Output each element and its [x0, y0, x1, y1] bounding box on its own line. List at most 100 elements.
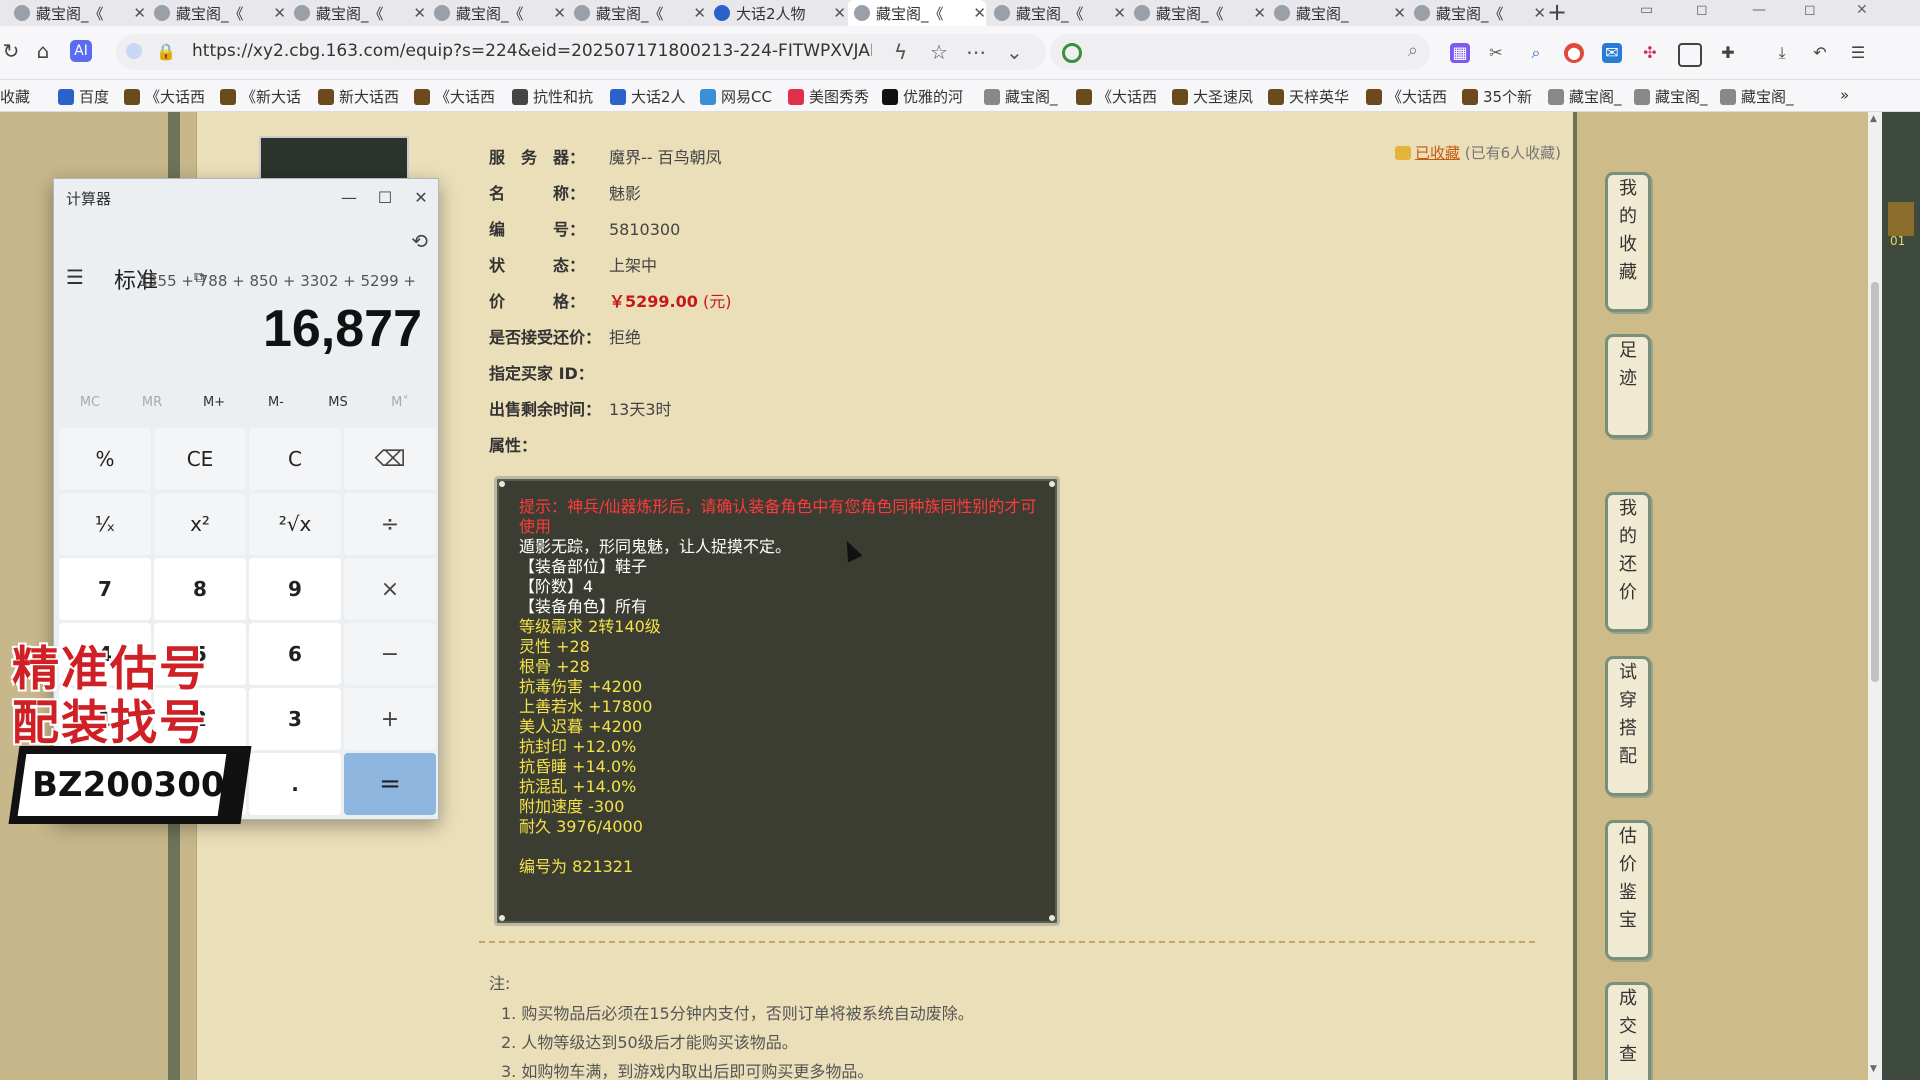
browser-tab[interactable]: 藏宝阁_《 ✕	[1408, 0, 1546, 26]
lock-icon[interactable]: 🔒	[156, 42, 176, 61]
bookmark-item[interactable]: 藏宝阁_	[1720, 86, 1794, 107]
close-tab-icon[interactable]: ✕	[833, 4, 846, 22]
memory-button[interactable]: MC	[62, 395, 118, 410]
close-tab-icon[interactable]: ✕	[1113, 4, 1126, 22]
history-icon[interactable]: ⟲	[411, 229, 428, 253]
key-button[interactable]: C	[249, 428, 341, 490]
scissors-icon[interactable]: ✂	[1486, 43, 1506, 63]
close-tab-icon[interactable]: ✕	[1533, 4, 1546, 22]
new-tab-button[interactable]: +	[1547, 0, 1567, 26]
close-icon[interactable]: ✕	[406, 185, 436, 211]
close-tab-icon[interactable]: ✕	[413, 4, 426, 22]
search-icon[interactable]: ⌕	[1408, 40, 1418, 61]
memory-button[interactable]: M˅	[372, 395, 428, 410]
bookmark-item[interactable]: 收藏	[0, 86, 30, 107]
browser-tab[interactable]: 藏宝阁_《 ✕	[848, 0, 986, 26]
key-button[interactable]: ⌫	[344, 428, 436, 490]
key-button[interactable]: ²√x	[249, 493, 341, 555]
key-button[interactable]: %	[59, 428, 151, 490]
browser-tab[interactable]: 藏宝阁_《 ✕	[988, 0, 1126, 26]
site-shield-icon[interactable]	[126, 43, 142, 59]
more-icon[interactable]: ⋯	[966, 40, 986, 64]
close-window-icon[interactable]: ✕	[1856, 0, 1868, 26]
bookmark-item[interactable]: 35个新	[1462, 86, 1532, 107]
bookmark-item[interactable]: 新大话西	[318, 86, 399, 107]
key-button[interactable]: 7	[59, 558, 151, 620]
search-input[interactable]: ⌕	[1050, 34, 1430, 70]
close-tab-icon[interactable]: ✕	[693, 4, 706, 22]
bookmark-item[interactable]: 《大话西	[1076, 86, 1157, 107]
bookmark-item[interactable]: 网易CC	[700, 86, 772, 107]
bookmark-item[interactable]: 美图秀秀	[788, 86, 869, 107]
maximize-icon[interactable]: ☐	[370, 185, 400, 211]
url-field[interactable]: 🔒 https://xy2.cbg.163.com/equip?s=224&ei…	[116, 34, 1046, 70]
download-icon[interactable]: ⤓	[1772, 43, 1792, 63]
favorite-link[interactable]: 已收藏 (已有6人收藏)	[1394, 142, 1561, 163]
menu-icon[interactable]: ☰	[1848, 43, 1868, 63]
bookmark-item[interactable]: 大圣速凤	[1172, 86, 1253, 107]
mail-icon[interactable]: ✉	[1602, 43, 1622, 63]
key-button[interactable]: CE	[154, 428, 246, 490]
hamburger-menu-icon[interactable]: ☰	[66, 265, 84, 289]
nav-history[interactable]: 足迹	[1605, 334, 1651, 438]
favorited-label[interactable]: 已收藏	[1415, 144, 1460, 162]
vertical-scrollbar[interactable]: ▲ ▼	[1868, 112, 1882, 1080]
memory-button[interactable]: MS	[310, 395, 366, 410]
minimize-icon[interactable]: —	[1752, 0, 1766, 26]
apps-icon[interactable]: ✣	[1640, 43, 1660, 63]
memory-button[interactable]: M-	[248, 395, 304, 410]
bookmark-item[interactable]: 藏宝阁_	[984, 86, 1058, 107]
bookmark-item[interactable]: 藏宝阁_	[1548, 86, 1622, 107]
close-tab-icon[interactable]: ✕	[973, 4, 986, 22]
bookmark-item[interactable]: 百度	[58, 86, 109, 107]
key-button[interactable]: 3	[249, 688, 341, 750]
bookmark-item[interactable]: 优雅的河	[882, 86, 963, 107]
browser-tab[interactable]: 藏宝阁_《 ✕	[568, 0, 706, 26]
undo-icon[interactable]: ↶	[1810, 43, 1830, 63]
key-button[interactable]: +	[344, 688, 436, 750]
scrollbar-thumb[interactable]	[1871, 282, 1879, 682]
minimize-icon[interactable]: —	[334, 185, 364, 211]
ai-assistant-icon[interactable]: AI	[70, 40, 92, 62]
search-engine-icon[interactable]	[1062, 43, 1082, 63]
restore-icon[interactable]: ◻	[1696, 0, 1708, 26]
browser-tab[interactable]: 大话2人物 ✕	[708, 0, 846, 26]
bookmark-item[interactable]: 天梓英华	[1268, 86, 1349, 107]
bookmark-star-icon[interactable]: ☆	[930, 40, 948, 64]
sidebar-icon[interactable]	[1678, 43, 1702, 67]
nav-appraisal[interactable]: 估价鉴宝	[1605, 820, 1651, 960]
browser-tab[interactable]: 藏宝阁_《 ✕	[1128, 0, 1266, 26]
bookmark-item[interactable]: 大话2人	[610, 86, 686, 107]
nav-my-offers[interactable]: 我的还价	[1605, 492, 1651, 632]
bookmark-item[interactable]: 《大话西	[1366, 86, 1447, 107]
bookmark-item[interactable]: 藏宝阁_	[1634, 86, 1708, 107]
chevron-down-icon[interactable]: ⌄	[1006, 40, 1023, 64]
close-tab-icon[interactable]: ✕	[553, 4, 566, 22]
bookmark-item[interactable]: 《新大话	[220, 86, 301, 107]
close-tab-icon[interactable]: ✕	[1393, 4, 1406, 22]
url-text[interactable]: https://xy2.cbg.163.com/equip?s=224&eid=…	[192, 41, 872, 61]
maximize-icon[interactable]: ◻	[1804, 0, 1816, 26]
browser-tab[interactable]: 藏宝阁_《 ✕	[288, 0, 426, 26]
nav-transactions[interactable]: 成交查	[1605, 982, 1651, 1080]
memory-button[interactable]: M+	[186, 395, 242, 410]
home-icon[interactable]: ⌂	[32, 40, 54, 62]
key-button[interactable]: 6	[249, 623, 341, 685]
translate-icon[interactable]: ⌕	[1526, 43, 1546, 63]
browser-tab[interactable]: 藏宝阁_《 ✕	[8, 0, 146, 26]
close-tab-icon[interactable]: ✕	[1253, 4, 1266, 22]
close-tab-icon[interactable]: ✕	[273, 4, 286, 22]
reload-icon[interactable]: ↻	[0, 40, 22, 62]
key-button[interactable]: =	[344, 753, 436, 815]
nav-try-on[interactable]: 试穿搭配	[1605, 656, 1651, 796]
extension-icon[interactable]: ▦	[1450, 43, 1470, 63]
tab-list-icon[interactable]: ▭	[1640, 0, 1653, 26]
key-button[interactable]: x²	[154, 493, 246, 555]
bookmark-item[interactable]: 抗性和抗	[512, 86, 593, 107]
key-button[interactable]: ÷	[344, 493, 436, 555]
key-button[interactable]: ¹⁄ₓ	[59, 493, 151, 555]
key-button[interactable]: ×	[344, 558, 436, 620]
browser-tab[interactable]: 藏宝阁_《 ✕	[428, 0, 566, 26]
close-tab-icon[interactable]: ✕	[133, 4, 146, 22]
key-button[interactable]: −	[344, 623, 436, 685]
